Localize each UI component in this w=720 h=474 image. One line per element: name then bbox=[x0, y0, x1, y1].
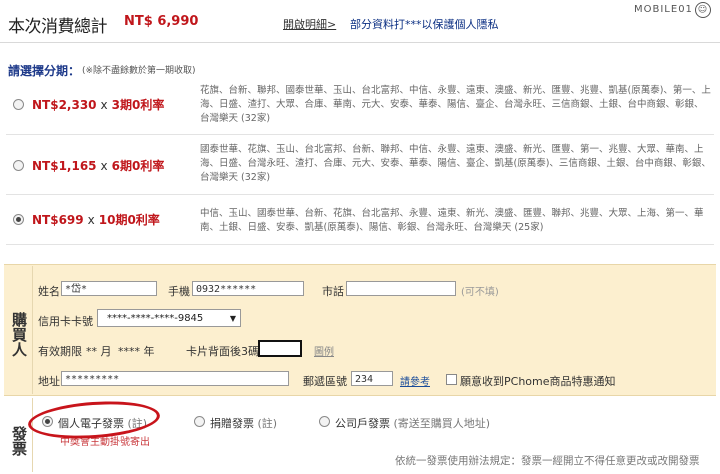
installment-radio-3[interactable] bbox=[13, 99, 24, 110]
mobile-label: 手機 bbox=[168, 285, 190, 298]
cvv-example-link[interactable]: 圖例 bbox=[314, 343, 334, 358]
buyer-section-label: 購買人 bbox=[10, 311, 28, 357]
invoice-option-company[interactable]: 公司戶發票 (寄送至購買人地址) bbox=[335, 415, 490, 431]
name-field[interactable]: *岱* bbox=[61, 281, 157, 296]
installment-radio-10[interactable] bbox=[13, 214, 24, 225]
address-field[interactable]: ********* bbox=[61, 371, 289, 386]
expiry-month[interactable]: ** 月 bbox=[86, 343, 112, 359]
zip-reference-link[interactable]: 請參考 bbox=[400, 373, 430, 388]
installment-price-6[interactable]: NT$1,165 x 6期0利率 bbox=[32, 157, 164, 174]
invoice-section-label: 發票 bbox=[10, 426, 28, 456]
total-amount: NT$ 6,990 bbox=[124, 14, 199, 29]
invoice-regulation-note: 依統一發票使用辦法規定：發票一經開立不得任意更改或改開發票 bbox=[395, 455, 700, 467]
phone-hint: (可不填) bbox=[461, 287, 499, 298]
zip-label: 郵遞區號 bbox=[303, 375, 347, 388]
expiry-year[interactable]: **** 年 bbox=[118, 343, 155, 359]
installment-price-10[interactable]: NT$699 x 10期0利率 bbox=[32, 211, 160, 228]
installment-radio-6[interactable] bbox=[13, 160, 24, 171]
installment-title: 請選擇分期： bbox=[8, 64, 81, 78]
divider bbox=[6, 134, 714, 135]
privacy-note: 部分資料打***以保護個人隱私 bbox=[350, 18, 499, 31]
name-label: 姓名 bbox=[38, 285, 60, 298]
chevron-down-icon: ▼ bbox=[229, 314, 236, 323]
card-label: 信用卡卡號 bbox=[38, 315, 93, 328]
lottery-note: 中獎會主動掛號寄出 bbox=[60, 437, 150, 448]
installment-banks-10: 中信、玉山、國泰世華、台新、花旗、台北富邦、永豐、遠東、新光、澳盛、匯豐、聯邦、… bbox=[200, 208, 704, 233]
installment-banks-3: 花旗、台新、聯邦、國泰世華、玉山、台北富邦、中信、永豐、遠東、澳盛、新光、匯豐、… bbox=[200, 85, 711, 124]
invoice-radio-donate[interactable] bbox=[194, 416, 205, 427]
installment-note: (※除不盡餘數於第一期收取) bbox=[82, 66, 196, 76]
divider bbox=[32, 398, 33, 472]
open-detail-link[interactable]: 開啟明細> bbox=[283, 16, 336, 32]
address-label: 地址 bbox=[38, 375, 60, 388]
zip-field[interactable]: 234 bbox=[351, 371, 393, 386]
divider bbox=[32, 266, 33, 394]
expiry-label: 有效期限 bbox=[38, 345, 82, 358]
total-title: 本次消費總計 bbox=[8, 17, 108, 37]
mobile-field[interactable]: 0932****** bbox=[192, 281, 304, 296]
mobile01-logo: MOBILE01 ☺ bbox=[634, 2, 711, 18]
divider bbox=[6, 194, 714, 195]
newsletter-label: 願意收到PChome商品特惠通知 bbox=[460, 375, 616, 388]
invoice-option-donate[interactable]: 捐贈發票 (註) bbox=[210, 415, 277, 431]
installment-price-3[interactable]: NT$2,330 x 3期0利率 bbox=[32, 96, 164, 113]
cvv-field[interactable] bbox=[258, 340, 302, 357]
installment-banks-6: 國泰世華、花旗、玉山、台北富邦、台新、聯邦、中信、永豐、遠東、澳盛、新光、匯豐、… bbox=[200, 144, 711, 183]
cvv-label: 卡片背面後3碼 bbox=[186, 345, 259, 358]
card-select[interactable]: ****-****-****-9845 ▼ bbox=[97, 309, 241, 327]
divider bbox=[0, 42, 720, 43]
smile-icon: ☺ bbox=[694, 2, 711, 18]
phone-field[interactable] bbox=[346, 281, 456, 296]
phone-label: 市話 bbox=[322, 285, 344, 298]
invoice-radio-company[interactable] bbox=[319, 416, 330, 427]
divider bbox=[6, 244, 714, 245]
newsletter-checkbox[interactable] bbox=[446, 374, 457, 385]
